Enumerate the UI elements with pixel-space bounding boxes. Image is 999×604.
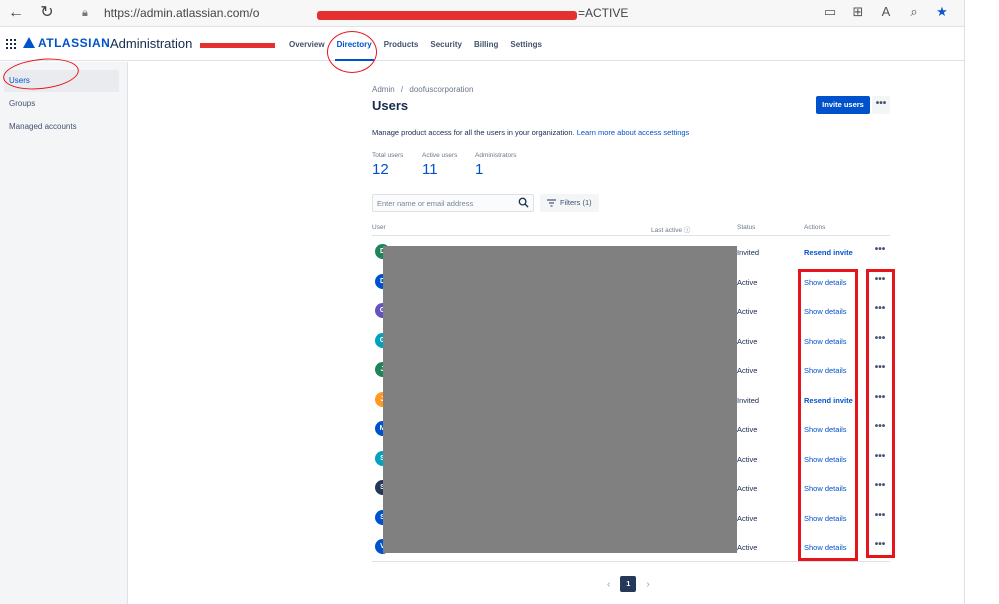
url-suffix: =ACTIVE <box>578 6 629 20</box>
atlassian-logo-text: ATLASSIAN <box>38 36 111 50</box>
stat-administrators: Administrators 1 <box>475 152 517 178</box>
pagination: ‹ 1 › <box>607 576 650 592</box>
tab-security[interactable]: Security <box>424 28 468 61</box>
url-text: https://admin.atlassian.com/o <box>104 6 260 20</box>
breadcrumb-org[interactable]: doofuscorporation <box>409 85 473 94</box>
column-header-status: Status <box>737 224 756 231</box>
zoom-icon[interactable]: ⌕ <box>906 3 922 21</box>
redaction-mark <box>200 43 275 48</box>
resend-invite-link[interactable]: Resend invite <box>804 248 853 257</box>
app-header: ATLASSIAN Administration Overview Direct… <box>0 28 964 61</box>
divider <box>372 561 890 562</box>
status-text: Invited <box>737 248 760 257</box>
tab-billing[interactable]: Billing <box>468 28 504 61</box>
breadcrumb: Admin / doofuscorporation <box>372 85 473 94</box>
refresh-icon[interactable]: ↻ <box>37 4 57 22</box>
stat-label: Administrators <box>475 152 517 159</box>
extensions-icon[interactable]: ⊞ <box>850 3 866 21</box>
search-box <box>372 194 534 212</box>
page-number-current[interactable]: 1 <box>620 576 637 592</box>
sidebar: Users Groups Managed accounts <box>0 62 128 604</box>
description-text: Manage product access for all the users … <box>372 128 575 137</box>
column-header-actions: Actions <box>804 224 826 231</box>
sidebar-item-managed-accounts[interactable]: Managed accounts <box>4 116 119 138</box>
redaction-mark <box>317 11 577 20</box>
tab-settings[interactable]: Settings <box>504 28 548 61</box>
breadcrumb-admin[interactable]: Admin <box>372 85 395 94</box>
status-text: Active <box>737 277 758 287</box>
sidebar-item-groups[interactable]: Groups <box>4 93 119 115</box>
stat-value: 11 <box>422 161 438 178</box>
read-aloud-icon[interactable]: A <box>878 3 894 21</box>
column-header-user: User <box>372 224 386 231</box>
app-available-icon[interactable]: ▭ <box>822 3 838 21</box>
atlassian-logo-icon <box>23 37 35 48</box>
page-description: Manage product access for all the users … <box>372 128 689 137</box>
divider <box>372 235 890 236</box>
stat-value: 12 <box>372 161 389 178</box>
filters-button[interactable]: Filters (1) <box>540 194 599 212</box>
more-options-button[interactable]: ••• <box>872 96 890 114</box>
back-icon[interactable]: ← <box>6 4 26 22</box>
status-text: Active <box>737 484 758 493</box>
browser-toolbar: ← ↻ 🔒︎ https://admin.atlassian.com/o =AC… <box>0 0 964 27</box>
tab-overview[interactable]: Overview <box>283 28 331 61</box>
invite-users-button[interactable]: Invite users <box>816 96 870 114</box>
search-icon[interactable] <box>518 197 529 208</box>
previous-page-icon[interactable]: ‹ <box>607 579 610 590</box>
status-text: Active <box>737 543 758 552</box>
status-text: Active <box>737 366 758 375</box>
status-text: Invited <box>737 395 760 405</box>
status-text: Active <box>737 513 758 523</box>
stat-value: 1 <box>475 161 484 178</box>
stat-label: Total users <box>372 152 404 159</box>
lock-icon[interactable]: 🔒︎ <box>82 7 88 20</box>
status-text: Active <box>737 425 758 434</box>
annotation-box-more <box>866 269 895 558</box>
next-page-icon[interactable]: › <box>646 579 649 590</box>
page-title: Users <box>372 98 409 113</box>
column-header-last-active[interactable]: Last active ⓘ <box>651 224 690 234</box>
breadcrumb-separator: / <box>400 85 404 94</box>
top-nav: Overview Directory Products Security Bil… <box>283 28 548 61</box>
app-switcher-icon[interactable] <box>6 39 16 49</box>
status-text: Active <box>737 307 758 316</box>
tab-products[interactable]: Products <box>378 28 425 61</box>
filter-icon <box>547 199 556 207</box>
redaction-block <box>383 246 737 553</box>
favorite-star-icon[interactable]: ★ <box>934 3 950 21</box>
status-text: Active <box>737 336 758 346</box>
status-text: Active <box>737 454 758 464</box>
stat-total-users: Total users 12 <box>372 152 403 178</box>
app-name[interactable]: Administration <box>110 36 192 51</box>
learn-more-link[interactable]: Learn more about access settings <box>577 128 690 137</box>
address-bar[interactable]: 🔒︎ https://admin.atlassian.com/o =ACTIVE <box>70 2 820 25</box>
stat-active-users: Active users 11 <box>422 152 457 178</box>
stat-label: Active users <box>422 152 458 159</box>
annotation-circle <box>327 31 377 73</box>
page-edge <box>964 0 965 604</box>
annotation-box-actions <box>798 269 858 561</box>
filters-label: Filters (1) <box>560 198 592 207</box>
search-input[interactable] <box>373 195 513 211</box>
row-more-options-icon[interactable]: ••• <box>872 244 888 258</box>
